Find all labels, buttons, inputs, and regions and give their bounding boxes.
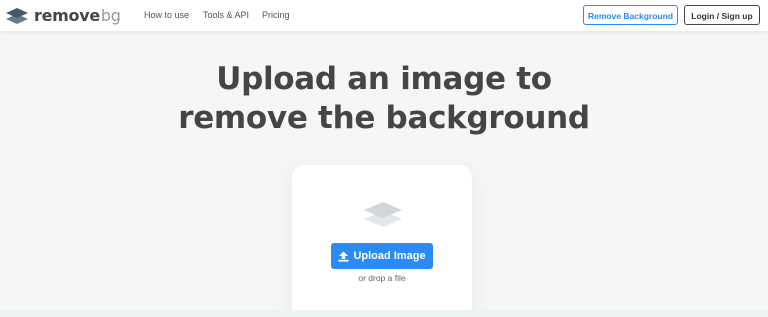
nav-how-to-use[interactable]: How to use (144, 10, 189, 20)
logo-text-accent: bg (100, 6, 121, 25)
nav-pricing[interactable]: Pricing (262, 10, 290, 20)
bottom-band (0, 310, 768, 317)
page-title-line-2: remove the background (178, 100, 590, 136)
upload-image-label: Upload Image (353, 250, 426, 262)
upload-image-button[interactable]: Upload Image (331, 243, 433, 269)
logo-text: removebg (34, 5, 121, 27)
page-title: Upload an image to remove the background (0, 60, 768, 138)
layers-icon (5, 7, 29, 25)
drop-file-text: or drop a file (358, 273, 406, 283)
page-title-line-1: Upload an image to (216, 61, 552, 97)
top-navbar: removebg How to use Tools & API Pricing … (0, 0, 768, 31)
login-signup-button[interactable]: Login / Sign up (684, 5, 760, 25)
logo[interactable]: removebg (5, 5, 121, 27)
upload-card[interactable] (292, 165, 472, 317)
remove-background-button[interactable]: Remove Background (583, 5, 678, 25)
nav-tools-api[interactable]: Tools & API (203, 10, 249, 20)
logo-text-main: remove (34, 6, 100, 25)
upload-icon (338, 251, 349, 262)
layers-icon (362, 199, 404, 231)
